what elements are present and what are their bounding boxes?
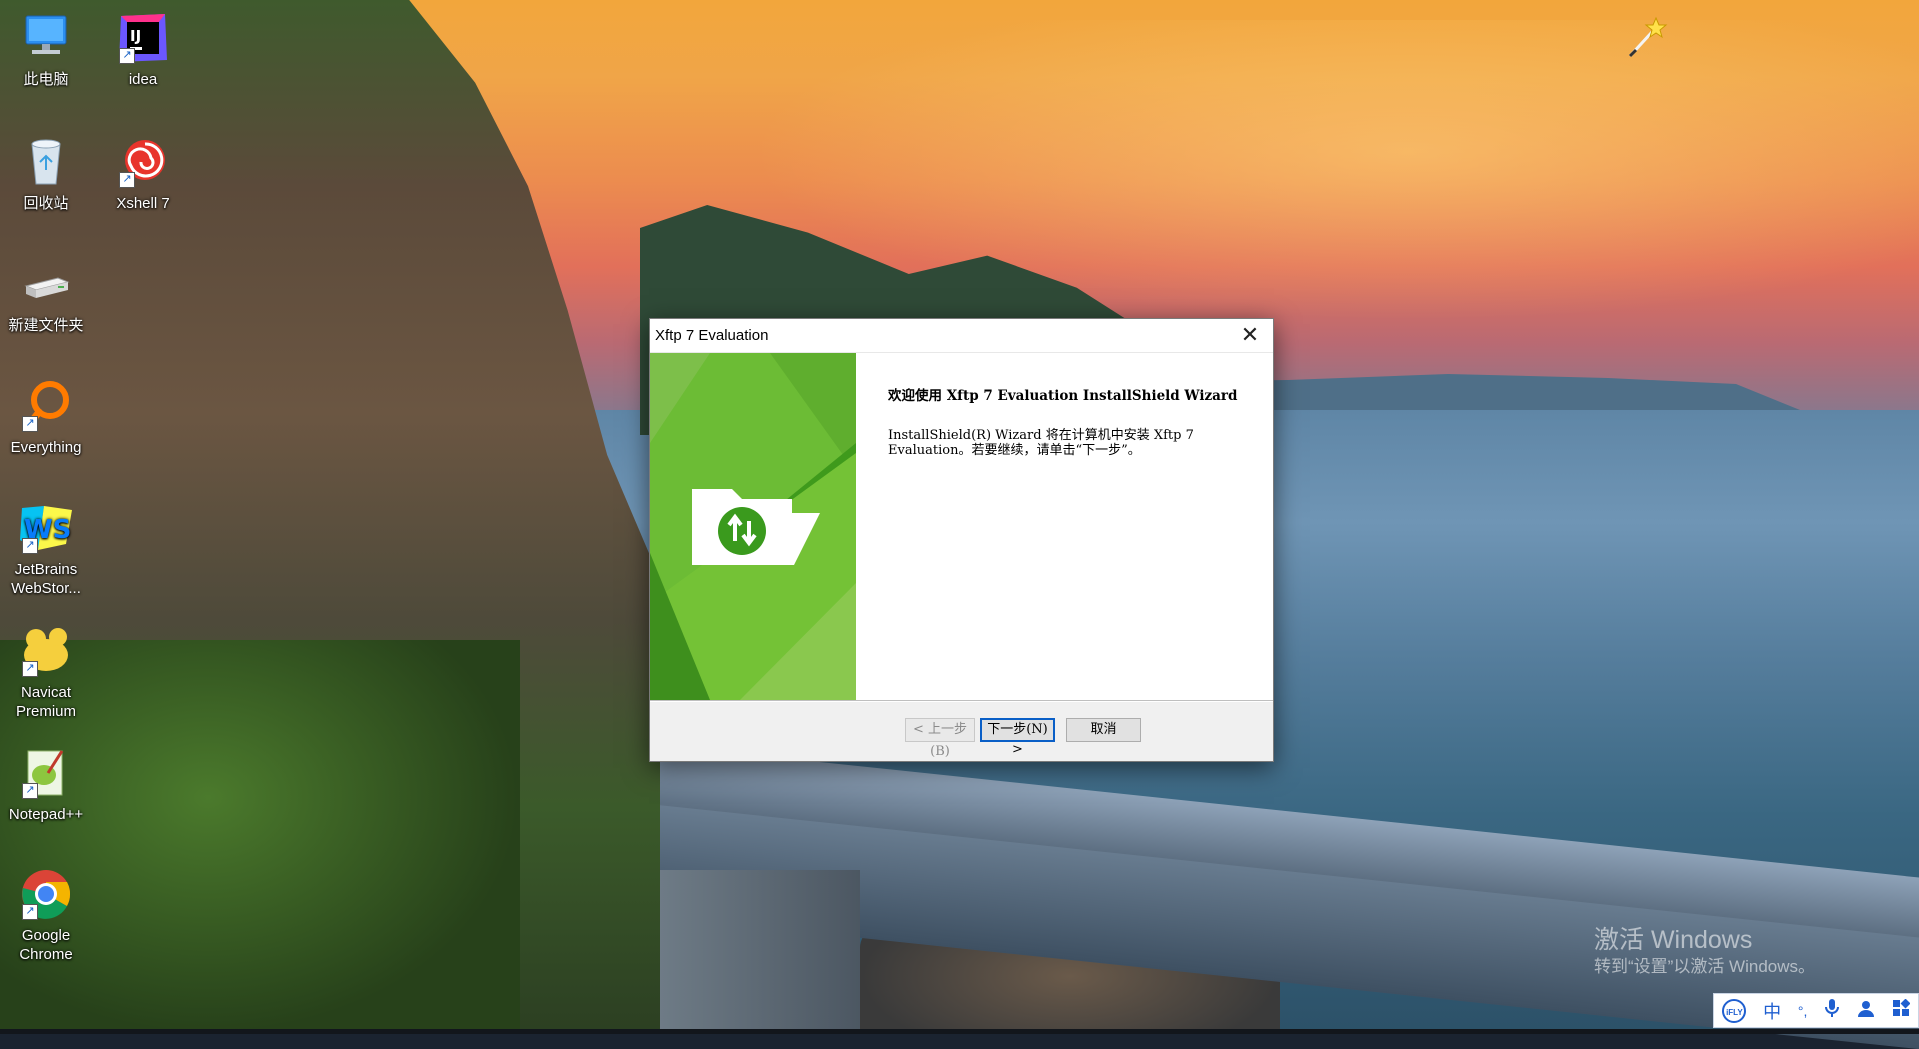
desktop-icon-label: 此电脑 [23,71,69,88]
dialog-titlebar[interactable]: Xftp 7 Evaluation ✕ [650,319,1273,353]
chrome-icon: ↗ [18,866,74,922]
ime-punctuation-toggle[interactable]: °, [1798,1003,1808,1019]
taskbar-edge [0,1029,1919,1034]
ime-mode-toggle[interactable]: 中 [1763,998,1781,1024]
desktop-icon-label: Everything [10,439,82,456]
user-icon[interactable] [1857,999,1875,1022]
desktop-icon-label: Xshell 7 [116,195,170,212]
activate-windows-hint: 转到“设置”以激活 Windows。 [1594,957,1816,976]
desktop-icon-recycle-bin[interactable]: 回收站 [2,134,90,213]
dialog-title: Xftp 7 Evaluation [655,327,769,344]
next-button[interactable]: 下一步(N) > [980,718,1055,757]
shortcut-arrow-icon: ↗ [22,538,38,554]
notepad-plus-plus-icon: ↗ [18,745,74,801]
close-icon[interactable]: ✕ [1227,319,1273,352]
shortcut-arrow-icon: ↗ [22,783,38,799]
navicat-icon: ↗ [18,623,74,679]
desktop-icon-label: 新建文件夹 [8,317,84,334]
ime-toolbar: iFLY 中 °, [1713,993,1919,1028]
everything-search-icon: ↗ [18,378,74,434]
desktop-icon-label: Google Chrome [19,927,73,963]
shortcut-arrow-icon: ↗ [119,172,135,188]
desktop-icon-notepad-plus-plus[interactable]: ↗ Notepad++ [2,745,90,824]
shortcut-arrow-icon: ↗ [119,48,135,64]
desktop-icon-everything[interactable]: ↗ Everything [2,378,90,457]
wizard-banner [650,353,856,700]
cancel-button[interactable]: 取消 [1066,718,1141,742]
folder-transfer-icon [690,483,830,573]
desktop-icon-idea[interactable]: IJ ↗ idea [99,10,187,89]
installshield-wizard-dialog: Xftp 7 Evaluation ✕ 欢迎使用 Xftp 7 Evaluati… [649,318,1274,762]
computer-icon [18,10,74,66]
desktop-icon-new-folder[interactable]: 新建文件夹 [2,256,90,335]
activate-windows-title: 激活 Windows [1594,926,1753,954]
shortcut-arrow-icon: ↗ [22,661,38,677]
wizard-heading: 欢迎使用 Xftp 7 Evaluation InstallShield Wiz… [888,388,1238,404]
grid-icon[interactable] [1892,998,1911,1022]
dialog-separator-highlight [650,701,1273,702]
desktop-icon-this-pc[interactable]: 此电脑 [2,10,90,89]
drive-icon [18,256,74,312]
shortcut-arrow-icon: ↗ [22,416,38,432]
desktop-icon-label: 回收站 [23,195,69,212]
desktop-icon-google-chrome[interactable]: ↗ Google Chrome [2,866,90,964]
wizard-description: InstallShield(R) Wizard 将在计算机中安装 Xftp 7 … [888,428,1194,458]
intellij-idea-icon: IJ ↗ [115,10,171,66]
activate-windows-watermark: 激活 Windows 转到“设置”以激活 Windows。 [1594,925,1815,979]
svg-text:IJ: IJ [130,27,141,45]
dialog-body: 欢迎使用 Xftp 7 Evaluation InstallShield Wiz… [650,353,1273,700]
ifly-logo-icon[interactable]: iFLY [1722,998,1747,1023]
desktop-icon-webstorm[interactable]: WS ↗ JetBrains WebStor... [2,500,90,598]
desktop-icon-label: Notepad++ [8,806,84,823]
xshell-icon: ↗ [115,134,171,190]
recycle-bin-icon [18,134,74,190]
desktop-icon-label: idea [128,71,158,88]
wizard-content: 欢迎使用 Xftp 7 Evaluation InstallShield Wiz… [888,353,1258,459]
microphone-icon[interactable] [1824,998,1840,1023]
shortcut-arrow-icon: ↗ [22,904,38,920]
webstorm-icon: WS ↗ [18,500,74,556]
desktop-icon-label: Navicat Premium [15,684,76,720]
desktop-icon-navicat[interactable]: ↗ Navicat Premium [2,623,90,721]
wallpaper-bridge-pillar [660,870,860,1034]
desktop-icon-label: JetBrains WebStor... [11,561,81,597]
desktop-icon-xshell[interactable]: ↗ Xshell 7 [99,134,187,213]
magic-wand-cursor-icon [1624,12,1674,62]
back-button[interactable]: < 上一步(B) [905,718,975,759]
